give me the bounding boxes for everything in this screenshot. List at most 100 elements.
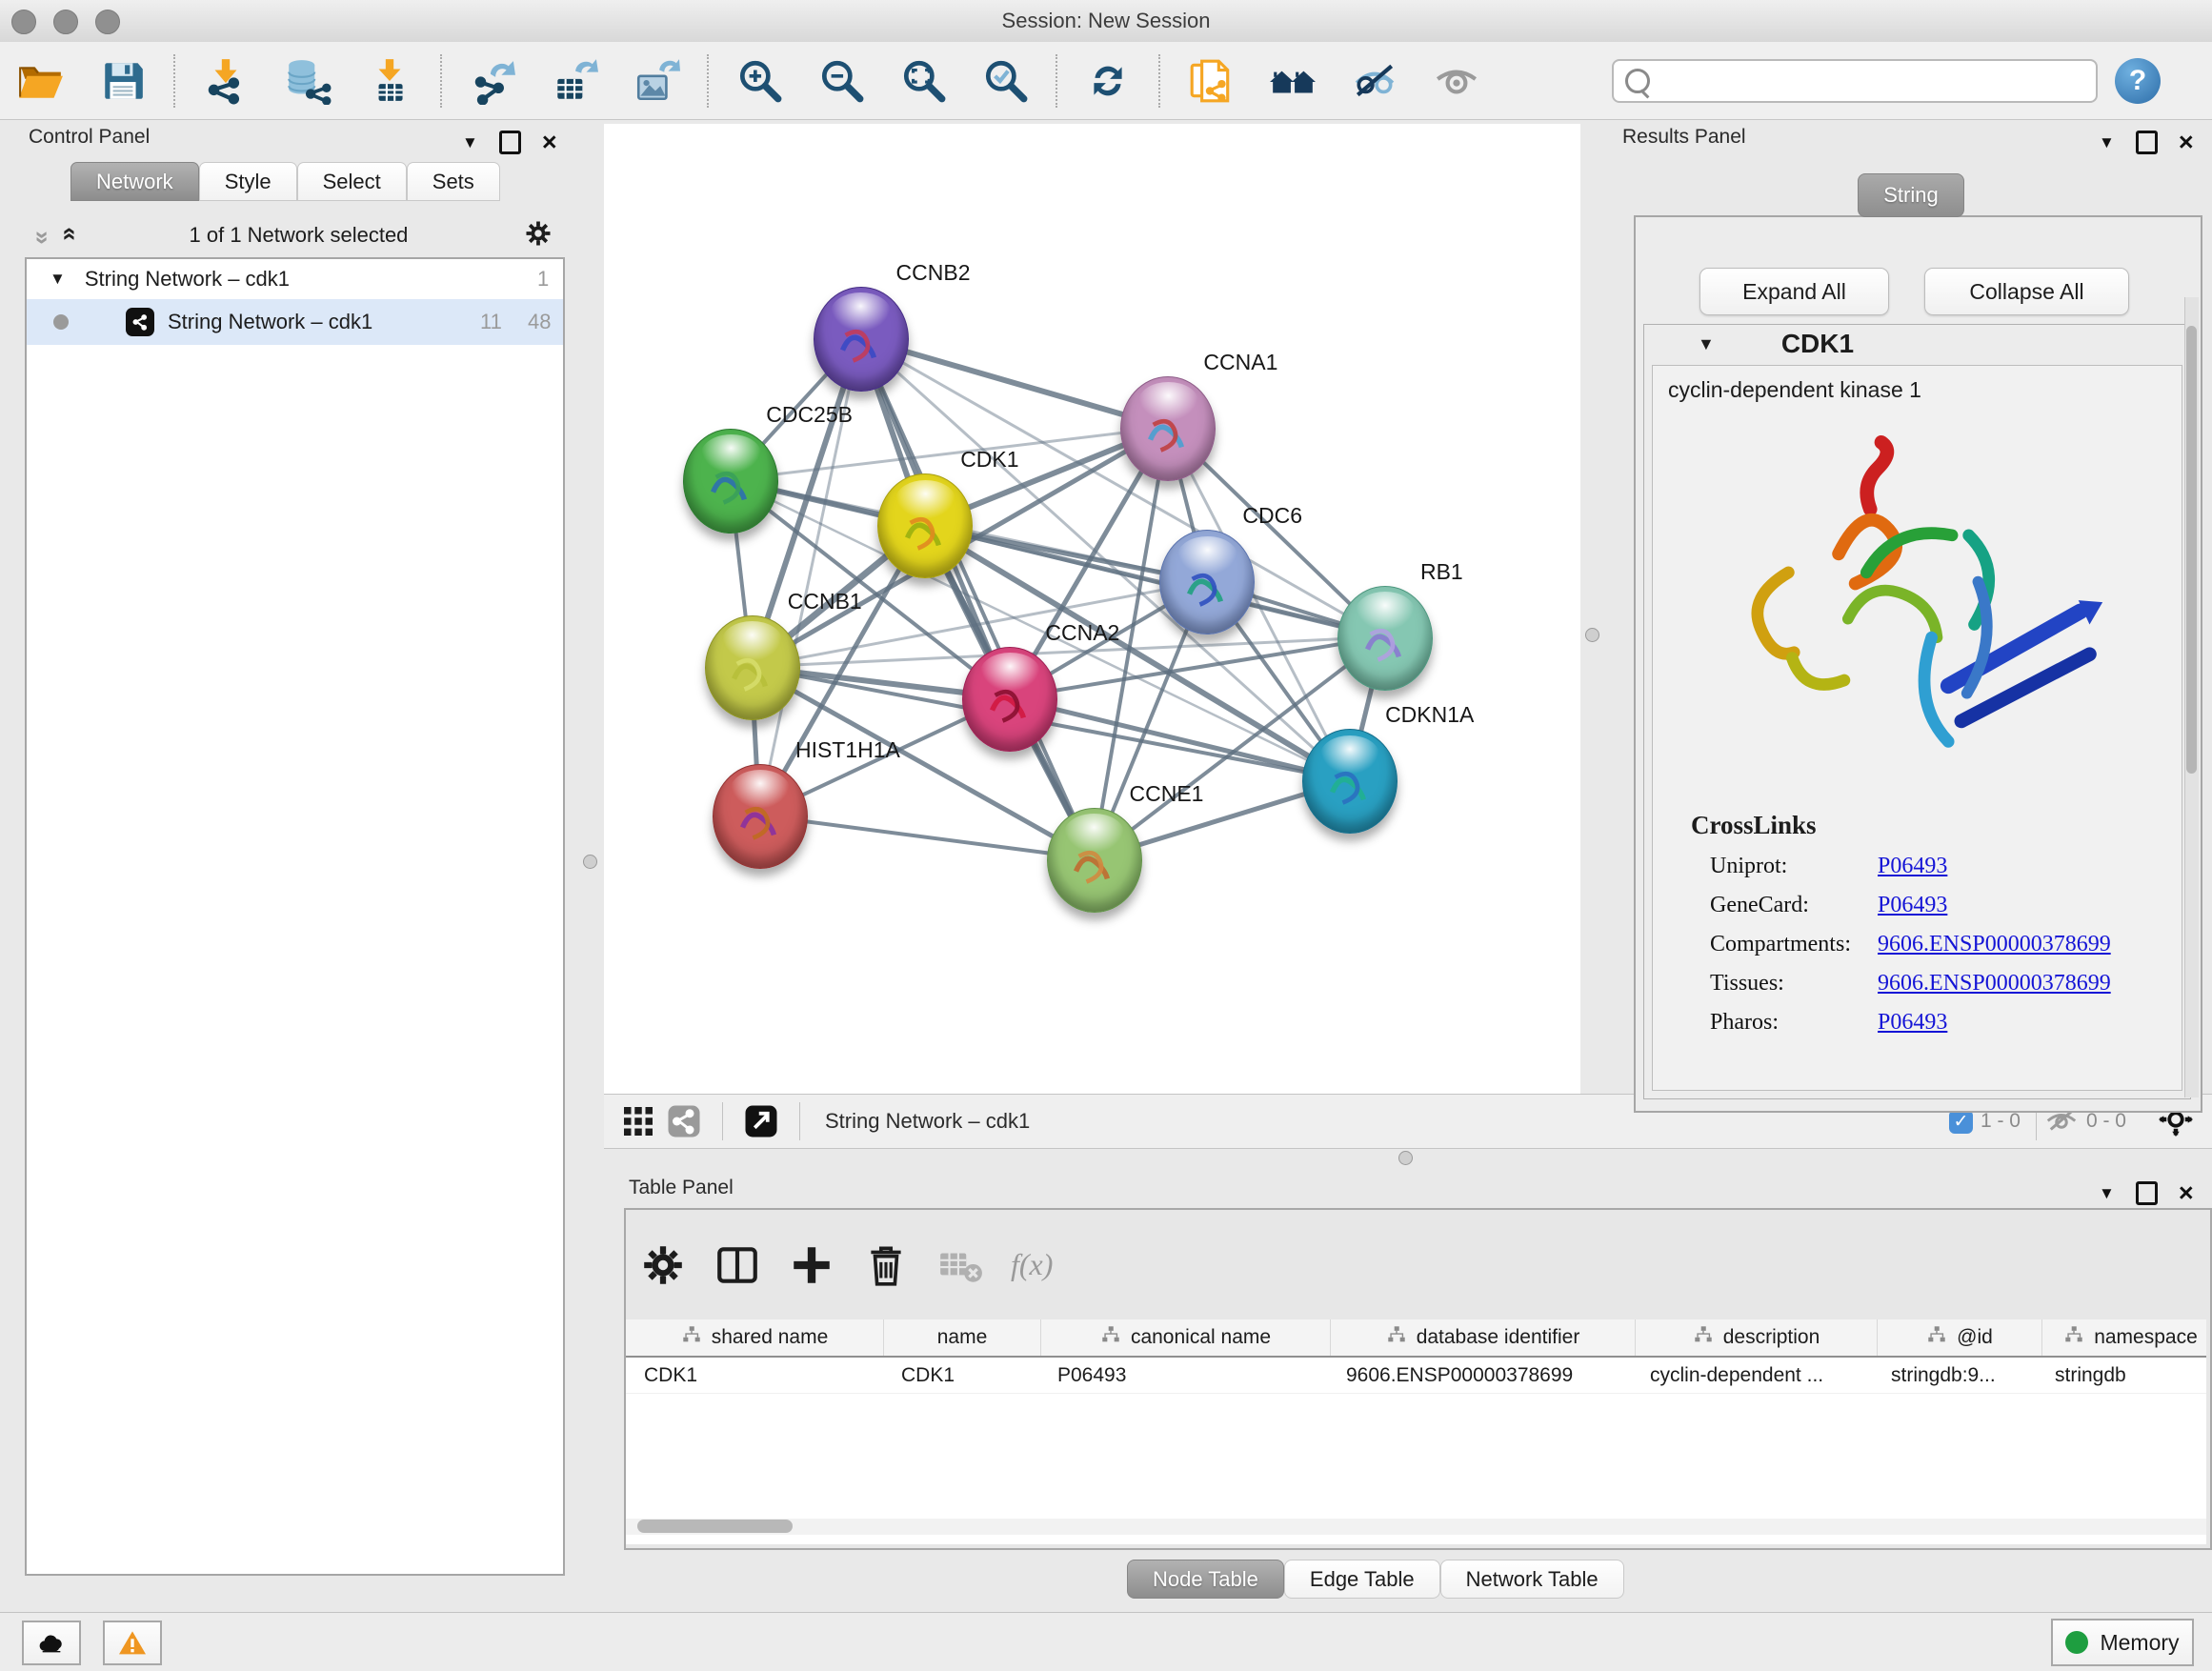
- column-header-canonical-name[interactable]: canonical name: [1041, 1319, 1331, 1356]
- network-edge[interactable]: [759, 815, 1094, 859]
- open-session-icon[interactable]: [11, 52, 70, 110]
- network-view-canvas[interactable]: CCNB2CCNA1CDC25BCDK1CDC6RB1CCNB1CCNA2CDK…: [604, 124, 1580, 1094]
- crosslink-link[interactable]: 9606.ENSP00000378699: [1878, 932, 2111, 957]
- clone-network-icon[interactable]: [1181, 52, 1240, 110]
- collapse-all-button[interactable]: Collapse All: [1924, 268, 2129, 315]
- export-network-icon[interactable]: [463, 52, 522, 110]
- column-header-name[interactable]: name: [884, 1319, 1041, 1356]
- search-input[interactable]: [1656, 63, 2096, 99]
- network-node-cdk1[interactable]: [877, 473, 973, 578]
- warning-status-button[interactable]: [103, 1621, 162, 1665]
- network-node-hist1h1a[interactable]: [713, 764, 808, 869]
- panel-float-icon[interactable]: [2136, 1181, 2158, 1205]
- memory-button[interactable]: Memory: [2051, 1619, 2194, 1666]
- export-image-icon[interactable]: [627, 52, 686, 110]
- table-cell[interactable]: stringdb: [2037, 1358, 2206, 1393]
- crosslink-link[interactable]: P06493: [1878, 854, 1947, 879]
- import-table-icon[interactable]: [360, 52, 419, 110]
- string-home-icon[interactable]: [1263, 52, 1322, 110]
- panel-close-icon[interactable]: ×: [2179, 130, 2194, 155]
- tab-sets[interactable]: Sets: [407, 162, 500, 201]
- column-header-description[interactable]: description: [1636, 1319, 1878, 1356]
- results-tab-string[interactable]: String: [1858, 173, 1964, 217]
- expand-all-networks-icon[interactable]: »: [53, 231, 83, 240]
- panel-close-icon[interactable]: ×: [2179, 1180, 2194, 1206]
- zoom-in-icon[interactable]: [730, 52, 789, 110]
- show-columns-icon[interactable]: [708, 1237, 767, 1294]
- section-expander-icon[interactable]: ▼: [1698, 334, 1715, 354]
- zoom-fit-icon[interactable]: [894, 52, 953, 110]
- panel-float-icon[interactable]: [499, 131, 521, 154]
- search-box[interactable]: [1612, 59, 2098, 103]
- hidden-count: 0 - 0: [2086, 1110, 2126, 1133]
- refresh-icon[interactable]: [1078, 52, 1137, 110]
- tab-node-table[interactable]: Node Table: [1127, 1560, 1284, 1599]
- network-options-gear-icon[interactable]: [524, 219, 553, 252]
- tab-select[interactable]: Select: [297, 162, 407, 201]
- delete-row-trash-icon[interactable]: [856, 1237, 915, 1294]
- network-row[interactable]: String Network – cdk1 11 48: [27, 299, 563, 345]
- panel-collapse-icon[interactable]: ▼: [462, 133, 478, 152]
- results-scrollbar-thumb[interactable]: [2186, 326, 2197, 774]
- results-scrollbar[interactable]: [2184, 297, 2199, 1097]
- hide-unhide-icon[interactable]: [1345, 52, 1404, 110]
- table-cell[interactable]: stringdb:9...: [1873, 1358, 2037, 1393]
- panel-collapse-icon[interactable]: ▼: [2099, 133, 2115, 152]
- panel-float-icon[interactable]: [2136, 131, 2158, 154]
- string-style-icon[interactable]: [663, 1093, 705, 1150]
- column-header-database-identifier[interactable]: database identifier: [1331, 1319, 1636, 1356]
- crosslink-link[interactable]: 9606.ENSP00000378699: [1878, 971, 2111, 997]
- bottom-splitter-handle[interactable]: [1398, 1151, 1413, 1165]
- column-header--id[interactable]: @id: [1878, 1319, 2042, 1356]
- table-horizontal-scrollbar[interactable]: [626, 1519, 2206, 1535]
- column-header-shared-name[interactable]: shared name: [626, 1319, 884, 1356]
- tab-style[interactable]: Style: [199, 162, 297, 201]
- table-scrollbar-thumb[interactable]: [637, 1520, 793, 1533]
- network-node-ccne1[interactable]: [1047, 808, 1142, 913]
- show-hide-icon[interactable]: [1427, 52, 1486, 110]
- expand-all-button[interactable]: Expand All: [1699, 268, 1889, 315]
- selected-checkbox-icon[interactable]: ✓: [1949, 1110, 1973, 1134]
- collection-expander-icon[interactable]: ▼: [50, 270, 66, 289]
- import-network-icon[interactable]: [196, 52, 255, 110]
- table-cell[interactable]: P06493: [1039, 1358, 1328, 1393]
- network-node-rb1[interactable]: [1337, 586, 1433, 691]
- save-session-icon[interactable]: [93, 52, 152, 110]
- help-icon[interactable]: ?: [2115, 58, 2161, 104]
- crosslink-link[interactable]: P06493: [1878, 1010, 1947, 1036]
- left-splitter-handle[interactable]: [583, 855, 597, 869]
- tab-network-table[interactable]: Network Table: [1440, 1560, 1624, 1599]
- table-cell[interactable]: CDK1: [626, 1358, 883, 1393]
- add-column-icon[interactable]: [782, 1237, 841, 1294]
- open-in-new-icon[interactable]: [740, 1093, 782, 1150]
- network-collection-row[interactable]: ▼ String Network – cdk1 1: [27, 259, 563, 299]
- table-row[interactable]: CDK1CDK1P064939606.ENSP00000378699cyclin…: [626, 1358, 2206, 1394]
- column-header-namespace[interactable]: namespace: [2042, 1319, 2206, 1356]
- panel-collapse-icon[interactable]: ▼: [2099, 1184, 2115, 1203]
- network-node-ccnb1[interactable]: [705, 615, 800, 720]
- table-header-row: shared namenamecanonical namedatabase id…: [626, 1319, 2206, 1358]
- panel-close-icon[interactable]: ×: [542, 130, 557, 155]
- network-node-ccna2[interactable]: [962, 647, 1057, 752]
- network-node-ccna1[interactable]: [1120, 376, 1216, 481]
- node-label: CDC25B: [766, 402, 853, 428]
- import-network-database-icon[interactable]: [278, 52, 337, 110]
- tab-edge-table[interactable]: Edge Table: [1284, 1560, 1440, 1599]
- table-cell[interactable]: 9606.ENSP00000378699: [1328, 1358, 1632, 1393]
- table-cell[interactable]: cyclin-dependent ...: [1632, 1358, 1873, 1393]
- gene-details: cyclin-dependent kinase 1: [1652, 365, 2182, 1091]
- table-options-gear-icon[interactable]: [633, 1237, 693, 1294]
- crosslink-link[interactable]: P06493: [1878, 893, 1947, 918]
- network-node-cdkn1a[interactable]: [1302, 729, 1398, 834]
- zoom-out-icon[interactable]: [812, 52, 871, 110]
- gene-section-header[interactable]: ▼ CDK1: [1644, 325, 2190, 363]
- export-table-icon[interactable]: [545, 52, 604, 110]
- birds-eye-grid-icon[interactable]: [617, 1093, 659, 1150]
- zoom-selected-icon[interactable]: [975, 52, 1035, 110]
- cloud-status-button[interactable]: [22, 1621, 81, 1665]
- network-node-ccnb2[interactable]: [814, 287, 909, 392]
- right-splitter-handle[interactable]: [1585, 628, 1599, 642]
- network-node-cdc25b[interactable]: [683, 429, 778, 534]
- table-cell[interactable]: CDK1: [883, 1358, 1039, 1393]
- tab-network[interactable]: Network: [70, 162, 199, 201]
